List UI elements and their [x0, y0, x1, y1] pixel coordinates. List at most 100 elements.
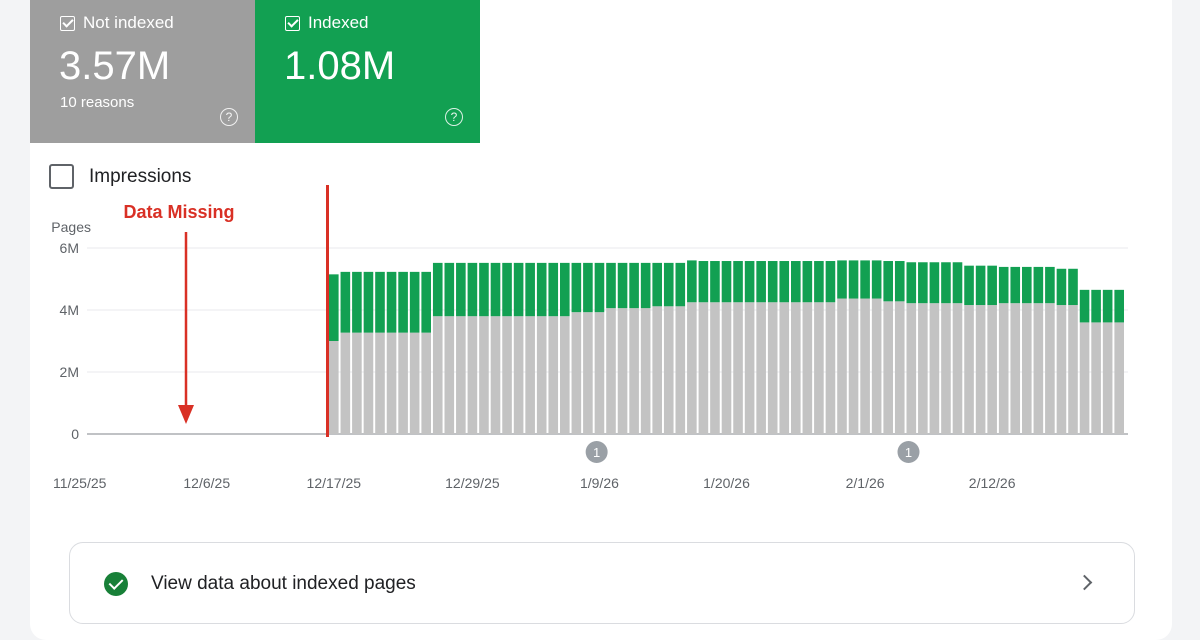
bar-indexed — [1033, 266, 1044, 304]
bar-indexed — [340, 271, 351, 333]
bar-not-indexed — [1010, 303, 1021, 434]
bar-indexed — [548, 262, 559, 317]
bar-not-indexed — [698, 302, 709, 434]
y-tick-label: 4M — [60, 302, 79, 318]
bar-indexed — [513, 262, 524, 317]
bar-not-indexed — [675, 306, 686, 434]
bar-indexed — [560, 262, 570, 317]
bar-indexed — [479, 262, 489, 317]
bar-indexed — [975, 265, 986, 306]
bar-indexed — [987, 265, 997, 306]
x-tick-label: 12/6/25 — [183, 475, 230, 491]
bar-indexed — [421, 271, 431, 333]
bar-not-indexed — [998, 303, 1009, 434]
bar-indexed — [663, 262, 674, 307]
bar-indexed — [571, 262, 582, 313]
bar-indexed — [687, 260, 697, 303]
bar-not-indexed — [871, 298, 882, 434]
bar-indexed — [906, 262, 917, 304]
bar-indexed — [329, 274, 339, 341]
bar-not-indexed — [571, 312, 582, 434]
bar-indexed — [802, 261, 813, 303]
x-tick-label: 2/1/26 — [846, 475, 885, 491]
chart-bars — [329, 260, 1124, 434]
bar-indexed — [998, 266, 1009, 304]
bar-not-indexed — [502, 316, 512, 434]
x-axis-ticks: 11/25/25 12/6/25 12/17/25 12/29/25 1/9/26 1/2… — [53, 475, 1016, 491]
bar-not-indexed — [918, 303, 928, 434]
bar-indexed — [363, 271, 374, 333]
bar-not-indexed — [814, 302, 824, 434]
bar-indexed — [629, 262, 639, 309]
bar-indexed — [883, 261, 893, 302]
x-tick-label: 12/29/25 — [445, 475, 500, 491]
bar-not-indexed — [629, 308, 639, 434]
bar-not-indexed — [409, 332, 420, 434]
bar-not-indexed — [617, 308, 628, 434]
indexed-label: Indexed — [308, 13, 369, 32]
bar-indexed — [1045, 266, 1055, 304]
bar-not-indexed — [536, 316, 547, 434]
bar-not-indexed — [687, 302, 697, 434]
y-tick-label: 2M — [60, 364, 79, 380]
indexed-tile[interactable]: Indexed 1.08M ? — [255, 0, 480, 143]
bar-indexed — [432, 262, 443, 317]
bar-indexed — [1022, 266, 1032, 304]
bar-indexed — [456, 262, 466, 317]
bar-not-indexed — [560, 316, 570, 434]
check-circle-icon — [104, 572, 128, 596]
bar-indexed — [952, 262, 963, 304]
bar-not-indexed — [444, 316, 455, 434]
bar-not-indexed — [548, 316, 559, 434]
bar-not-indexed — [860, 298, 870, 434]
pages-chart: 0 2M 4M 6M Pages 11/25/25 12/6/25 12/17/25 12/2… — [51, 185, 1128, 491]
data-missing-arrow-head — [178, 405, 194, 424]
bar-not-indexed — [1033, 303, 1044, 434]
not-indexed-value: 3.57M — [59, 44, 171, 88]
bar-not-indexed — [1091, 322, 1101, 434]
bar-indexed — [1079, 289, 1090, 323]
bar-indexed — [398, 271, 408, 333]
bar-indexed — [490, 262, 501, 317]
bar-not-indexed — [606, 308, 616, 434]
bar-not-indexed — [964, 305, 974, 434]
bar-indexed — [675, 262, 686, 307]
data-missing-label: Data Missing — [123, 202, 234, 222]
bar-indexed — [848, 260, 859, 299]
bar-indexed — [710, 261, 720, 303]
not-indexed-tile[interactable]: Not indexed 3.57M 10 reasons ? — [30, 0, 255, 143]
bar-not-indexed — [952, 303, 963, 434]
view-indexed-pages-text: View data about indexed pages — [151, 573, 416, 594]
bar-not-indexed — [1079, 322, 1090, 434]
view-indexed-pages-link[interactable]: View data about indexed pages — [69, 542, 1135, 624]
bar-not-indexed — [779, 302, 790, 434]
bar-indexed — [502, 262, 512, 317]
bar-indexed — [733, 261, 743, 303]
bar-indexed — [744, 261, 755, 303]
y-tick-label: 0 — [71, 426, 79, 442]
bar-indexed — [871, 260, 882, 299]
checkbox-checked-icon[interactable] — [285, 15, 300, 31]
bar-indexed — [652, 262, 662, 307]
bar-not-indexed — [802, 302, 813, 434]
bar-indexed — [918, 262, 928, 304]
bar-not-indexed — [837, 298, 847, 434]
bar-indexed — [1068, 268, 1078, 306]
bar-not-indexed — [640, 308, 651, 434]
bar-not-indexed — [663, 306, 674, 434]
bar-not-indexed — [767, 302, 778, 434]
bar-not-indexed — [721, 302, 732, 434]
bar-indexed — [1010, 266, 1021, 304]
checkbox-checked-icon[interactable] — [60, 15, 75, 31]
help-icon[interactable]: ? — [445, 108, 463, 126]
bar-not-indexed — [733, 302, 743, 434]
bar-indexed — [409, 271, 420, 333]
x-tick-label: 1/9/26 — [580, 475, 619, 491]
bar-not-indexed — [329, 341, 339, 434]
bar-indexed — [767, 261, 778, 303]
help-icon[interactable]: ? — [220, 108, 238, 126]
bar-indexed — [467, 262, 478, 317]
bar-not-indexed — [352, 332, 362, 434]
bar-not-indexed — [710, 302, 720, 434]
bar-indexed — [721, 261, 732, 303]
